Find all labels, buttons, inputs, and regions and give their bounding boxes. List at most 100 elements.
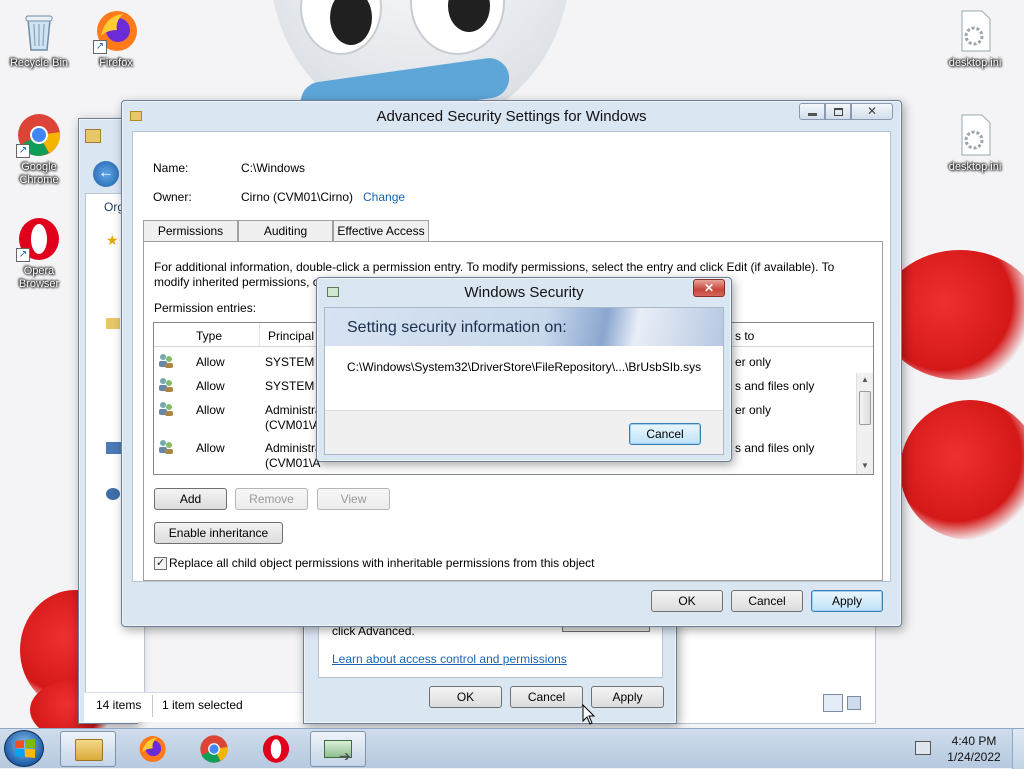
desktop-icon-label: Firefox <box>99 57 133 69</box>
dialog-close-button[interactable]: ✕ <box>693 279 725 297</box>
shortcut-arrow-icon: ↗ <box>16 144 30 158</box>
close-button[interactable]: ✕ <box>851 103 893 120</box>
desktop-icon-desktop-ini[interactable]: desktop.ini <box>940 8 1010 70</box>
desktop-icon-label: Opera Browser <box>18 265 60 290</box>
properties-apply-button[interactable]: Apply <box>591 686 664 708</box>
column-header-applies-to[interactable]: s to <box>735 329 754 343</box>
properties-window: click Advanced. Learn about access contr… <box>303 620 677 724</box>
desktop-icon-recycle-bin[interactable]: Recycle Bin <box>4 8 74 70</box>
desktop-icon-desktop-ini[interactable]: desktop.ini <box>940 112 1010 174</box>
row-principal: Administra <box>265 403 322 417</box>
row-type: Allow <box>196 441 225 455</box>
title-bar[interactable]: Advanced Security Settings for Windows ✕ <box>122 101 901 131</box>
explorer-right-edge <box>676 624 876 724</box>
clock[interactable]: 4:40 PM 1/24/2022 <box>938 733 1010 765</box>
row-type: Allow <box>196 403 225 417</box>
tab-auditing[interactable]: Auditing <box>238 220 333 242</box>
add-button[interactable]: Add <box>154 488 227 510</box>
owner-value: Cirno (CVM01\Cirno) <box>241 190 354 204</box>
column-header-principal[interactable]: Principal <box>268 329 314 343</box>
status-selected-count: 1 item selected <box>162 698 243 712</box>
chrome-icon: ↗ <box>16 112 62 158</box>
owner-label: Owner: <box>153 190 192 204</box>
windows-logo-icon <box>15 739 35 758</box>
recycle-bin-icon <box>16 8 62 54</box>
desktop-icon-label: Google Chrome <box>19 161 59 186</box>
opera-icon <box>262 735 290 763</box>
advanced-apply-button[interactable]: Apply <box>811 590 883 612</box>
dialog-cancel-button[interactable]: Cancel <box>629 423 701 445</box>
desktop-icon-label: desktop.ini <box>948 161 1002 173</box>
dialog-heading: Setting security information on: <box>347 319 567 336</box>
start-button[interactable] <box>4 730 44 767</box>
tab-permissions[interactable]: Permissions <box>143 220 238 242</box>
learn-access-control-link[interactable]: Learn about access control and permissio… <box>332 652 567 666</box>
arrow-icon: ➔ <box>339 748 351 764</box>
opera-icon: ↗ <box>16 216 62 262</box>
name-value: C:\Windows <box>241 161 306 175</box>
shortcut-arrow-icon: ↗ <box>16 248 30 262</box>
wallpaper-red-blob <box>900 400 1024 540</box>
view-button[interactable]: View <box>317 488 390 510</box>
info-text-line-1: For additional information, double-click… <box>154 260 835 274</box>
settings-file-icon <box>952 112 998 158</box>
advanced-cancel-button[interactable]: Cancel <box>731 590 803 612</box>
scroll-up-arrow-icon[interactable]: ▲ <box>861 375 869 384</box>
computer-icon <box>106 442 122 454</box>
taskbar-opera[interactable] <box>248 731 304 767</box>
maximize-button[interactable] <box>825 103 851 120</box>
taskbar-chrome[interactable] <box>186 731 242 767</box>
maximize-icon <box>834 108 843 116</box>
network-tray-icon[interactable] <box>915 741 931 755</box>
column-divider <box>259 323 260 347</box>
row-applies-to: s and files only <box>735 379 815 393</box>
row-type: Allow <box>196 379 225 393</box>
desktop-icon-label: desktop.ini <box>948 57 1002 69</box>
row-type: Allow <box>196 355 225 369</box>
row-principal: Administra <box>265 441 322 455</box>
permission-entries-label: Permission entries: <box>154 301 257 315</box>
taskbar-firefox[interactable] <box>124 731 180 767</box>
dialog-title: Windows Security <box>464 284 584 301</box>
window-title: Advanced Security Settings for Windows <box>376 108 647 125</box>
folder-icon <box>75 739 103 761</box>
enable-inheritance-button[interactable]: Enable inheritance <box>154 522 283 544</box>
preview-pane-icon[interactable] <box>847 696 861 710</box>
row-principal-domain: (CVM01\A <box>265 418 321 432</box>
show-desktop-button[interactable] <box>1012 729 1024 769</box>
properties-ok-button[interactable]: OK <box>429 686 502 708</box>
details-view-icon[interactable] <box>823 694 843 712</box>
taskbar: ➔ 4:40 PM 1/24/2022 <box>0 728 1024 769</box>
scroll-down-arrow-icon[interactable]: ▼ <box>861 461 869 470</box>
row-applies-to: s and files only <box>735 441 815 455</box>
status-divider <box>152 695 153 717</box>
taskbar-explorer[interactable] <box>60 731 116 767</box>
properties-cancel-button[interactable]: Cancel <box>510 686 583 708</box>
explorer-app-icon <box>85 129 101 143</box>
remove-button[interactable]: Remove <box>235 488 308 510</box>
desktop-icon-chrome[interactable]: ↗ Google Chrome <box>4 112 74 187</box>
dialog-header-band: Setting security information on: <box>325 308 723 346</box>
replace-permissions-checkbox[interactable]: ✓ <box>154 557 167 570</box>
table-scrollbar[interactable]: ▲ ▼ <box>856 373 873 474</box>
taskbar-security-dialog[interactable]: ➔ <box>310 731 366 767</box>
users-icon <box>159 402 173 416</box>
row-principal: SYSTEM <box>265 379 315 393</box>
advanced-ok-button[interactable]: OK <box>651 590 723 612</box>
column-header-type[interactable]: Type <box>196 329 222 343</box>
desktop-icon-firefox[interactable]: ↗ Firefox <box>81 8 151 70</box>
back-button[interactable]: ← <box>93 161 119 187</box>
change-owner-link[interactable]: Change <box>363 190 405 204</box>
file-path-text: C:\Windows\System32\DriverStore\FileRepo… <box>347 360 702 374</box>
favorites-star-icon: ★ <box>106 232 119 248</box>
desktop-icon-opera[interactable]: ↗ Opera Browser <box>4 216 74 291</box>
tab-effective-access[interactable]: Effective Access <box>333 220 429 242</box>
dialog-title-bar[interactable]: Windows Security ✕ <box>317 278 731 306</box>
status-item-count: 14 items <box>96 698 142 712</box>
minimize-button[interactable] <box>799 103 825 120</box>
mouse-cursor-icon <box>582 704 596 725</box>
scrollbar-thumb[interactable] <box>859 391 871 425</box>
firefox-icon <box>139 735 166 763</box>
replace-permissions-label[interactable]: Replace all child object permissions wit… <box>169 556 595 570</box>
firefox-icon: ↗ <box>93 8 139 54</box>
